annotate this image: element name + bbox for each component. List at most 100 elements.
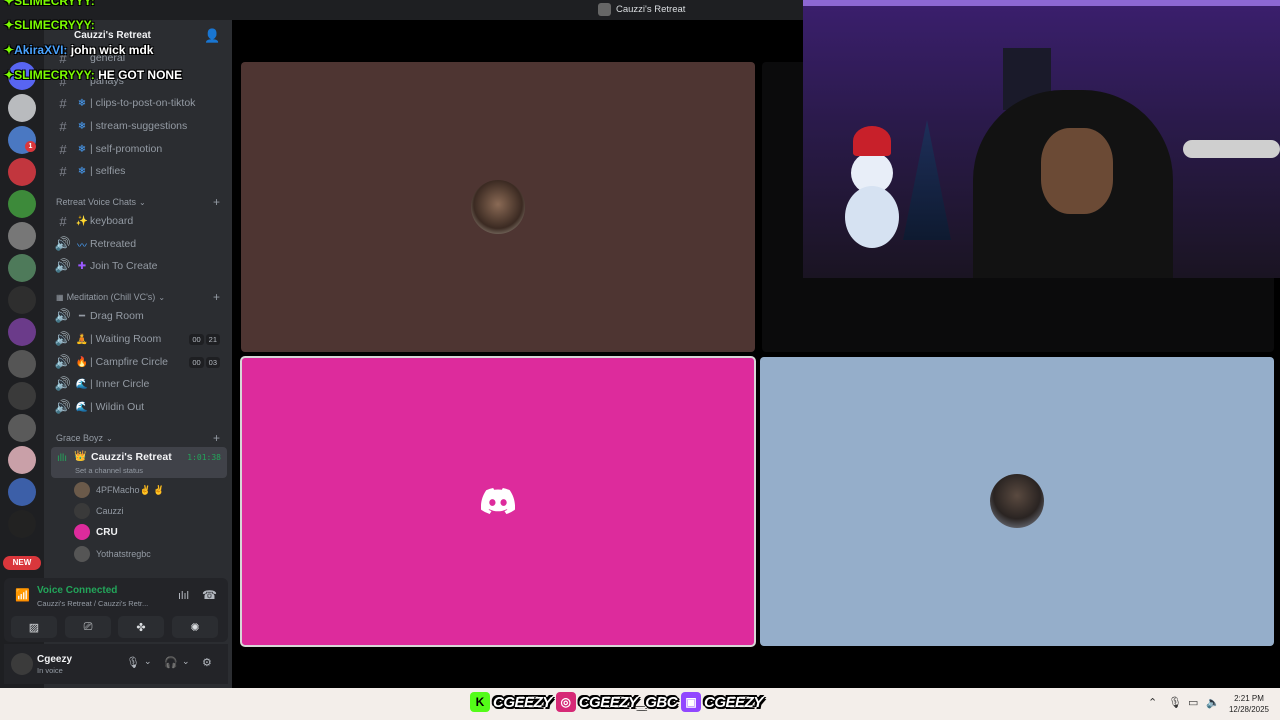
badge-icon: ✦: [4, 18, 15, 32]
category-header[interactable]: Grace Boyz ⌄ +: [56, 431, 224, 445]
led-strip: [803, 0, 1280, 6]
channel-item[interactable]: # ❄ | self-promotion: [52, 138, 226, 160]
server-icon: [598, 3, 611, 16]
social-handles: K CGEEZY ◎ CGEEZY_GBC ▣ CGEEZY: [470, 692, 763, 712]
voice-channel-item[interactable]: 🔊 〰 Retreated: [52, 233, 226, 255]
speaker-icon: 🔊: [54, 308, 72, 323]
voice-channel-item[interactable]: 🔊 🌊 | Wildin Out: [52, 396, 226, 418]
server-icon[interactable]: [8, 510, 36, 538]
user-count: 00 21: [189, 333, 220, 345]
network-icon[interactable]: ▭: [1188, 696, 1198, 709]
server-icon[interactable]: [8, 286, 36, 314]
signal-icon[interactable]: 📶: [15, 588, 30, 602]
screen-share-button[interactable]: ⎚: [65, 616, 111, 638]
video-tile[interactable]: [240, 356, 756, 647]
add-channel-icon[interactable]: +: [213, 290, 220, 304]
voice-location[interactable]: Cauzzi's Retreat / Cauzzi's Retr...: [37, 599, 148, 608]
server-icon[interactable]: [8, 382, 36, 410]
headphones-icon[interactable]: 🎧: [164, 656, 178, 669]
dash-icon: ━: [78, 310, 86, 322]
chevron-up-icon[interactable]: ⌃: [1148, 696, 1157, 709]
category-header[interactable]: ▦ Meditation (Chill VC's) ⌄ +: [56, 290, 224, 304]
voice-channel-item[interactable]: 🔊 🔥 | Campfire Circle 00 03: [52, 351, 226, 373]
channel-label: | Wildin Out: [90, 401, 145, 413]
chevron-down-icon: ⌄: [158, 292, 166, 302]
channel-label: | Inner Circle: [90, 378, 150, 390]
voice-member[interactable]: CRU: [74, 522, 118, 542]
handle-text: CGEEZY: [704, 693, 763, 711]
chevron-down-icon[interactable]: ⌄: [144, 656, 152, 667]
social-handle-instagram: ◎ CGEEZY_GBC: [555, 692, 678, 712]
chevron-down-icon[interactable]: ⌄: [182, 656, 190, 667]
discord-logo-icon: [481, 488, 515, 514]
microphone-icon[interactable]: 🎙: [1168, 696, 1182, 709]
count-limit: 03: [205, 356, 220, 368]
chat-message: ✦SLIMECRYYY:: [4, 18, 95, 32]
channel-item[interactable]: # ❄ | clips-to-post-on-tiktok: [52, 92, 226, 114]
channel-item[interactable]: # ❄ | stream-suggestions: [52, 115, 226, 137]
channel-item[interactable]: # ✨ keyboard: [52, 210, 226, 232]
server-icon[interactable]: [8, 446, 36, 474]
server-icon[interactable]: [8, 254, 36, 282]
avatar[interactable]: [11, 653, 33, 675]
count-current: 00: [189, 356, 204, 368]
noise-suppression-icon[interactable]: ılıl: [178, 590, 189, 602]
camera-toggle-button[interactable]: ▨: [11, 616, 57, 638]
gear-icon[interactable]: ⚙: [202, 656, 212, 669]
voice-connection-panel: 📶 Voice Connected Cauzzi's Retreat / Cau…: [4, 578, 228, 642]
video-tile[interactable]: [760, 357, 1274, 646]
avatar: [74, 482, 90, 498]
fire-icon: 🔥: [75, 356, 89, 368]
badge-icon: ✦: [4, 43, 15, 57]
channel-emoji-icon: 〰: [77, 240, 87, 252]
volume-icon[interactable]: 🔈: [1206, 696, 1220, 709]
channel-status[interactable]: Set a channel status: [75, 466, 143, 475]
channel-label: | Campfire Circle: [90, 356, 168, 368]
channel-label: Join To Create: [90, 260, 158, 272]
streamer-face: [1041, 128, 1113, 214]
avatar: [74, 503, 90, 519]
voice-channel-item[interactable]: 🔊 🌊 | Inner Circle: [52, 373, 226, 395]
voice-status[interactable]: Voice Connected: [37, 585, 117, 596]
voice-channel-item[interactable]: 🔊 ━ Drag Room: [52, 305, 226, 327]
crown-icon: 👑: [74, 451, 87, 462]
new-badge[interactable]: NEW: [3, 556, 41, 570]
category-header[interactable]: Retreat Voice Chats ⌄ +: [56, 195, 224, 209]
user-count: 00 03: [189, 356, 220, 368]
voice-channel-item[interactable]: 🔊 🧘 | Waiting Room 00 21: [52, 328, 226, 350]
disconnect-icon[interactable]: ☎: [202, 588, 217, 602]
category-label: Retreat Voice Chats: [56, 197, 137, 207]
category-emoji-icon: ▦: [56, 292, 64, 302]
server-icon[interactable]: [8, 414, 36, 442]
active-voice-channel[interactable]: ıllı 👑 Cauzzi's Retreat Set a channel st…: [51, 447, 227, 478]
soundboard-button[interactable]: ✺: [172, 616, 218, 638]
add-channel-icon[interactable]: +: [213, 431, 220, 445]
invite-icon[interactable]: 👤: [204, 28, 220, 44]
activities-button[interactable]: ✤: [118, 616, 164, 638]
server-icon[interactable]: [8, 94, 36, 122]
system-clock[interactable]: 2:21 PM 12/28/2025: [1226, 693, 1272, 715]
username[interactable]: Cgeezy: [37, 654, 72, 665]
channel-item[interactable]: # ❄ | selfies: [52, 160, 226, 182]
video-tile[interactable]: [241, 62, 755, 352]
member-name: CRU: [96, 526, 118, 538]
voice-member[interactable]: Cauzzi: [74, 501, 124, 521]
discord-window: 1 NEW Cauzzi's Retreat 👤 # general # parla…: [0, 0, 1280, 688]
activities-icon: ✤: [136, 621, 146, 634]
server-icon[interactable]: [8, 318, 36, 346]
avatar: [74, 546, 90, 562]
server-icon[interactable]: [8, 158, 36, 186]
server-icon[interactable]: [8, 222, 36, 250]
server-icon[interactable]: [8, 478, 36, 506]
microphone-icon[interactable]: 🎙: [126, 656, 140, 669]
voice-channel-item[interactable]: 🔊 ✚ Join To Create: [52, 255, 226, 277]
user-panel: Cgeezy In voice 🎙 ⌄ 🎧 ⌄ ⚙: [4, 644, 228, 684]
webcam-overlay: [803, 0, 1280, 278]
add-channel-icon[interactable]: +: [213, 195, 220, 209]
voice-member[interactable]: Yothatstregbc: [74, 544, 151, 564]
voice-member[interactable]: 4PFMacho✌ ✌: [74, 480, 164, 500]
server-icon[interactable]: [8, 190, 36, 218]
channel-emoji-icon: ❄: [77, 165, 87, 177]
chat-message: ✦SLIMECRYYY:: [4, 0, 95, 8]
server-icon[interactable]: [8, 350, 36, 378]
